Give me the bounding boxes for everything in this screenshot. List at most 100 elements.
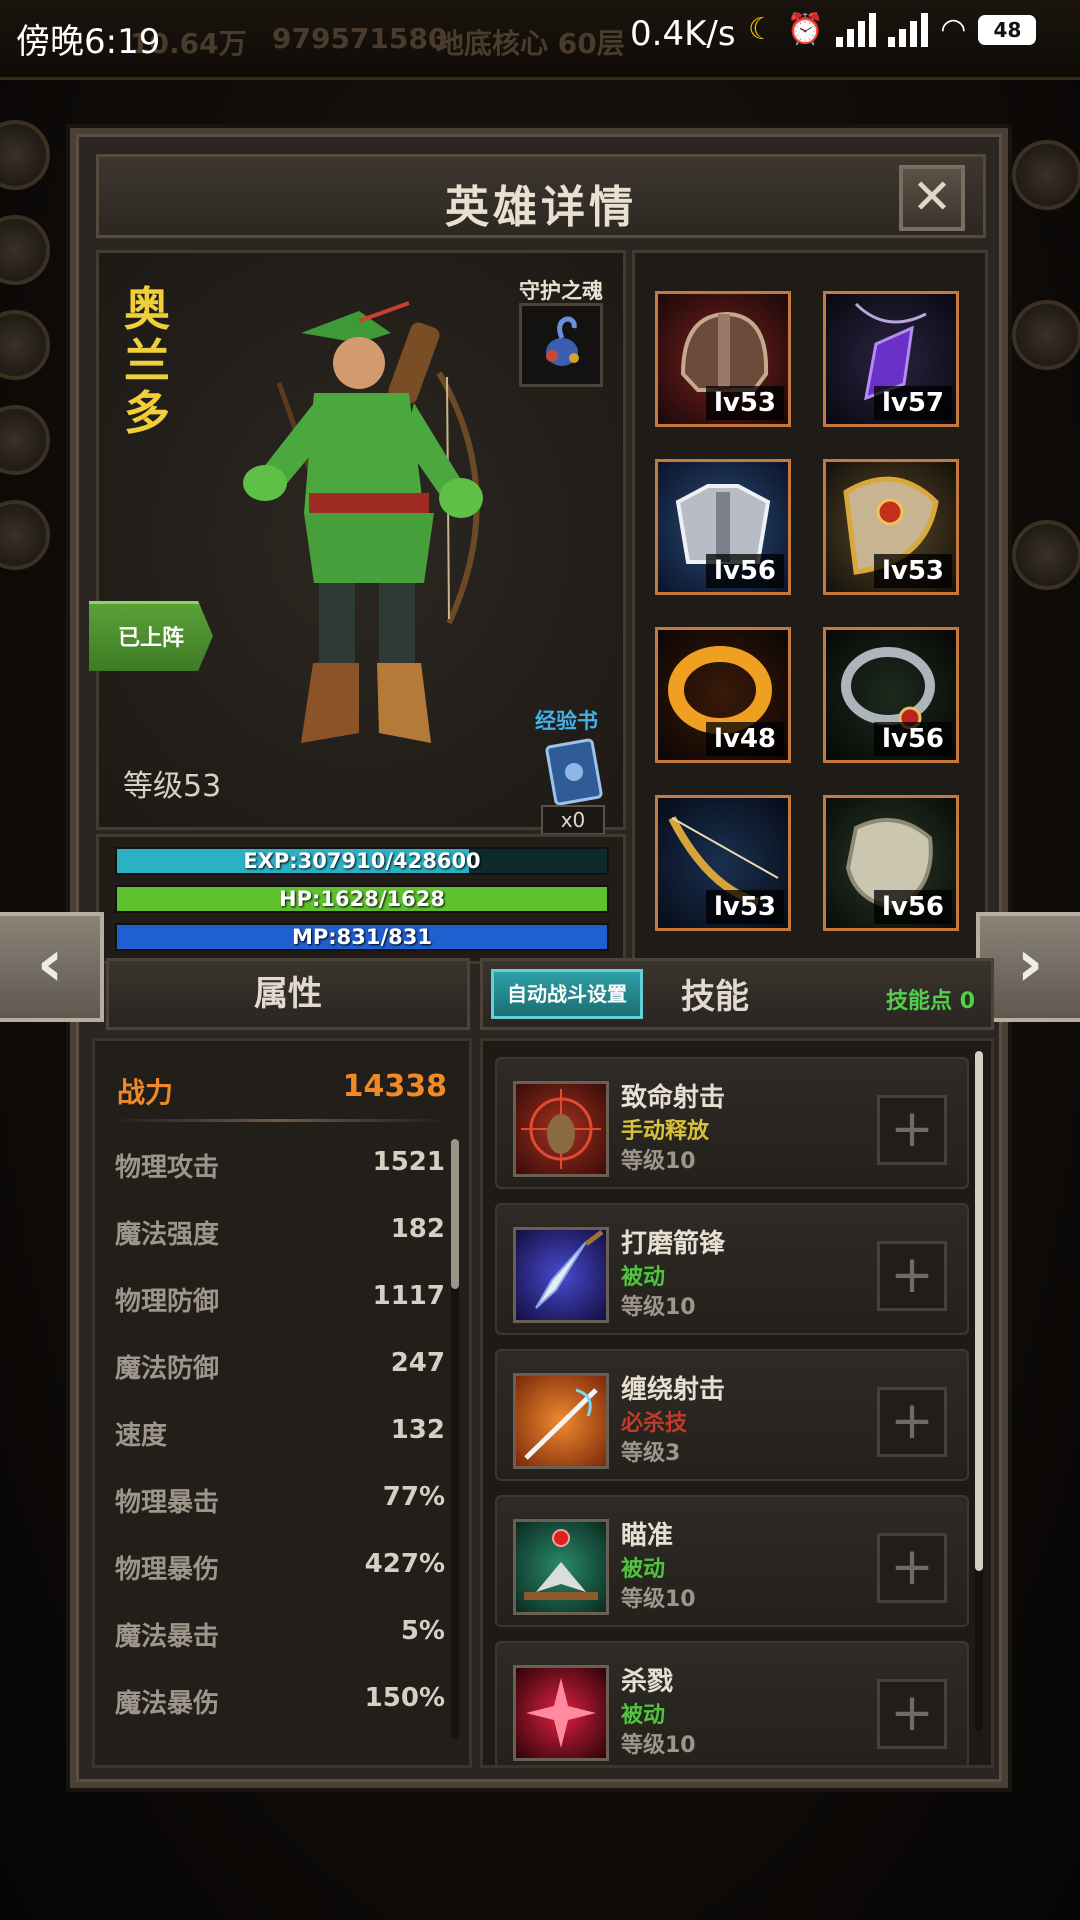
equip-slot-amulet[interactable]: lv57 [823, 291, 959, 427]
equip-slot-armor[interactable]: lv56 [655, 459, 791, 595]
attributes-panel: 战力 14338 物理攻击 1521 魔法强度 182 物理防御 1117 魔法防御 2… [92, 1038, 472, 1768]
auto-battle-settings-button[interactable]: 自动战斗设置 [491, 969, 643, 1019]
tab-skills[interactable]: 技能 [681, 969, 749, 1018]
attribute-label: 物理暴击 [115, 1488, 220, 1518]
exp-text: EXP:307910/428600 [243, 849, 481, 873]
skill-points: 技能点 0 [886, 989, 975, 1014]
skill-row[interactable]: 杀戮 被动 等级10 + [495, 1641, 969, 1765]
attribute-row: 速度 132 [115, 1415, 445, 1455]
upgrade-skill-button[interactable]: + [877, 1095, 947, 1165]
skill-row[interactable]: 缠绕射击 必杀技 等级3 + [495, 1349, 969, 1481]
wifi-icon: ◠ [940, 12, 967, 47]
equip-level: lv53 [705, 890, 784, 924]
signal-icon-2 [888, 12, 929, 47]
equip-level: lv56 [873, 890, 952, 924]
attribute-row: 物理暴击 77% [115, 1482, 445, 1522]
skill-level: 等级10 [621, 1587, 696, 1612]
burst-icon [513, 1665, 609, 1761]
attribute-value: 150% [364, 1683, 445, 1713]
scrollbar-thumb[interactable] [975, 1051, 983, 1571]
equip-slot-shoulder[interactable]: lv53 [823, 459, 959, 595]
skill-name: 杀戮 [621, 1667, 674, 1697]
skills-header: 自动战斗设置 技能 技能点 0 [480, 958, 994, 1030]
hp-bar: HP:1628/1628 [115, 885, 609, 913]
upgrade-skill-button[interactable]: + [877, 1679, 947, 1749]
attribute-label: 物理攻击 [115, 1153, 220, 1183]
attribute-label: 速度 [115, 1421, 168, 1451]
exp-bar: EXP:307910/428600 [115, 847, 609, 875]
roster-avatar [0, 120, 50, 190]
attribute-row: 魔法暴伤 150% [115, 1683, 445, 1723]
upgrade-skill-button[interactable]: + [877, 1387, 947, 1457]
attribute-value: 1521 [372, 1147, 445, 1177]
attribute-row: 物理暴伤 427% [115, 1549, 445, 1589]
skill-name: 缠绕射击 [621, 1375, 726, 1405]
game-screen: 10.64万 979571580 地底核心 60层 傍晚6:19 0.4K/s … [0, 0, 1080, 1920]
mp-text: MP:831/831 [291, 925, 433, 949]
combat-power-label: 战力 [117, 1076, 174, 1109]
skill-row[interactable]: 瞄准 被动 等级10 + [495, 1495, 969, 1627]
attributes-scrollbar[interactable] [451, 1139, 459, 1739]
mp-bar: MP:831/831 [115, 923, 609, 951]
equip-level: lv56 [705, 554, 784, 588]
attribute-row: 魔法暴击 5% [115, 1616, 445, 1656]
roster-avatar [0, 500, 50, 570]
prev-hero-button[interactable]: ‹ [0, 912, 104, 1022]
skill-name: 打磨箭锋 [621, 1229, 726, 1259]
equipment-grid: lv53 lv57 lv56 lv53 lv48 lv56 lv53 lv56 [632, 250, 988, 964]
equip-slot-boots[interactable]: lv56 [823, 795, 959, 931]
skill-name: 致命射击 [621, 1083, 726, 1113]
roster-avatar [0, 405, 50, 475]
attribute-label: 物理暴伤 [115, 1555, 220, 1585]
tab-attributes[interactable]: 属性 [106, 958, 470, 1030]
skill-type: 被动 [621, 1703, 666, 1728]
exp-book-icon[interactable] [543, 737, 605, 807]
skill-level: 等级3 [621, 1441, 681, 1466]
scrollbar-thumb[interactable] [451, 1139, 459, 1289]
guardian-soul-slot[interactable] [519, 303, 603, 387]
equip-level: lv56 [873, 722, 952, 756]
dialog-title: 英雄详情 [445, 182, 637, 233]
skills-scrollbar[interactable] [975, 1051, 983, 1731]
skill-row[interactable]: 致命射击 手动释放 等级10 + [495, 1057, 969, 1189]
combat-power-row: 战力 14338 [117, 1069, 447, 1121]
network-speed: 0.4K/s [630, 14, 736, 54]
skills-panel: 致命射击 手动释放 等级10 + 打磨箭锋 被动 等级10 + 缠绕射击 必杀技… [480, 1038, 994, 1768]
skill-type: 被动 [621, 1557, 666, 1582]
roster-avatar [0, 215, 50, 285]
status-bar: 傍晚6:19 0.4K/s ☾ ⏰ ◠ 48 [0, 0, 1080, 70]
attribute-label: 魔法强度 [115, 1220, 220, 1250]
aim-icon [513, 1519, 609, 1615]
skill-row[interactable]: 打磨箭锋 被动 等级10 + [495, 1203, 969, 1335]
upgrade-skill-button[interactable]: + [877, 1241, 947, 1311]
skill-type: 被动 [621, 1265, 666, 1290]
combat-power-value: 14338 [342, 1069, 447, 1104]
divider [109, 1119, 449, 1122]
attribute-value: 132 [390, 1415, 445, 1445]
skill-level: 等级10 [621, 1733, 696, 1758]
battery-icon: 48 [978, 14, 1037, 45]
moon-icon: ☾ [748, 12, 775, 47]
attribute-row: 魔法防御 247 [115, 1348, 445, 1388]
upgrade-skill-button[interactable]: + [877, 1533, 947, 1603]
equip-slot-ring-gold[interactable]: lv48 [655, 627, 791, 763]
close-button[interactable]: ✕ [899, 165, 965, 231]
equip-slot-helmet[interactable]: lv53 [655, 291, 791, 427]
attribute-row: 物理攻击 1521 [115, 1147, 445, 1187]
attribute-label: 物理防御 [115, 1287, 220, 1317]
hp-text: HP:1628/1628 [279, 887, 445, 911]
attribute-value: 5% [400, 1616, 445, 1646]
dialog-title-bar: 英雄详情 ✕ [96, 154, 986, 238]
deployed-badge: 已上阵 [89, 601, 213, 671]
hero-name: 奥兰多 [124, 282, 170, 440]
exp-book-label: 经验书 [535, 709, 598, 733]
equip-slot-bow[interactable]: lv53 [655, 795, 791, 931]
attribute-value: 427% [364, 1549, 445, 1579]
roster-avatar [1012, 300, 1080, 370]
skill-name: 瞄准 [621, 1521, 674, 1551]
scorpion-icon [546, 316, 579, 366]
equip-slot-ring-silver[interactable]: lv56 [823, 627, 959, 763]
roster-avatar [0, 310, 50, 380]
hero-stat-bars: EXP:307910/428600 HP:1628/1628 MP:831/83… [96, 834, 626, 964]
alarm-icon: ⏰ [786, 12, 825, 47]
